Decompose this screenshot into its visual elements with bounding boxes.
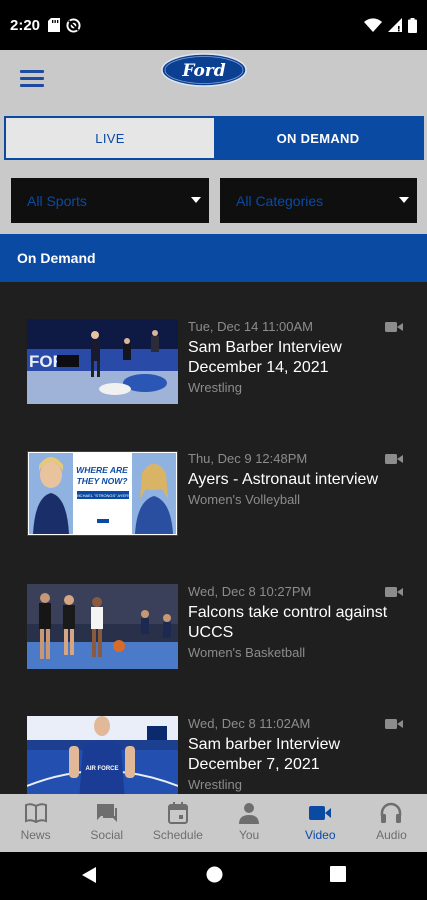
video-category: Wrestling <box>188 777 242 792</box>
nav-label: Video <box>305 828 336 842</box>
nav-label: Schedule <box>152 828 203 842</box>
calendar-icon <box>167 802 188 824</box>
tab-on-demand[interactable]: ON DEMAND <box>214 118 422 158</box>
status-bar: 2:20 <box>0 0 427 50</box>
video-item[interactable]: FORC Tue, Dec 14 11:00AM Sam Barber Inte… <box>0 319 427 439</box>
mode-toggle-bar: LIVE ON DEMAND <box>0 110 427 166</box>
video-category: Women's Basketball <box>188 645 306 660</box>
video-date: Wed, Dec 8 10:27PM <box>188 584 312 599</box>
do-not-disturb-icon <box>66 17 81 33</box>
video-camera-icon <box>385 322 403 332</box>
battery-icon <box>408 17 417 33</box>
video-thumbnail: WHERE ARE THEY NOW? MICHAEL "STRONGS" AY… <box>27 451 178 536</box>
chat-icon <box>96 804 117 822</box>
recents-icon[interactable] <box>330 866 346 882</box>
hamburger-line <box>20 77 44 80</box>
notification-icons <box>48 17 81 33</box>
nav-label: News <box>20 828 51 842</box>
nav-audio[interactable]: Audio <box>356 794 427 852</box>
mode-toggle: LIVE ON DEMAND <box>4 116 424 160</box>
cell-signal-icon <box>388 18 402 32</box>
video-title: Sam barber Interview December 7, 2021 <box>188 736 341 773</box>
video-category: Wrestling <box>188 380 242 395</box>
app-screen: 2:20 Ford LIVE ON DEMAND All Sports All … <box>0 0 427 900</box>
video-date: Thu, Dec 9 12:48PM <box>188 451 308 466</box>
nav-news[interactable]: News <box>0 794 71 852</box>
tab-live[interactable]: LIVE <box>6 118 214 158</box>
status-time: 2:20 <box>10 16 41 34</box>
nav-social[interactable]: Social <box>71 794 142 852</box>
nav-label: Social <box>90 828 124 842</box>
video-thumbnail: AIR FORCE <box>27 716 178 794</box>
categories-dropdown-value: All Categories <box>236 192 324 209</box>
video-date: Tue, Dec 14 11:00AM <box>188 319 314 334</box>
video-item[interactable]: AIR FORCE Wed, Dec 8 11:02AM Sam barber … <box>0 716 427 794</box>
video-item[interactable]: Wed, Dec 8 10:27PM Falcons take control … <box>0 584 427 704</box>
nav-you[interactable]: You <box>214 794 285 852</box>
videocam-icon <box>309 806 332 820</box>
hamburger-line <box>20 84 44 87</box>
nav-video[interactable]: Video <box>285 794 356 852</box>
nav-label: You <box>238 828 260 842</box>
person-icon <box>239 803 260 824</box>
section-title: On Demand <box>17 250 96 266</box>
video-thumbnail <box>27 584 178 669</box>
svg-text:WHERE ARE: WHERE ARE <box>76 465 128 475</box>
video-title: Sam Barber Interview December 14, 2021 <box>188 339 342 376</box>
filter-bar: All Sports All Categories <box>0 166 427 234</box>
hamburger-icon <box>20 70 44 73</box>
sd-card-icon <box>48 18 61 32</box>
system-nav-bar <box>0 852 427 900</box>
dropdown-arrow-icon <box>399 197 409 203</box>
headphones-icon <box>381 802 402 823</box>
system-status-icons <box>364 17 417 33</box>
svg-text:AIR FORCE: AIR FORCE <box>86 766 119 772</box>
video-list[interactable]: FORC Tue, Dec 14 11:00AM Sam Barber Inte… <box>0 282 427 794</box>
video-item[interactable]: WHERE ARE THEY NOW? MICHAEL "STRONGS" AY… <box>0 451 427 571</box>
video-date: Wed, Dec 8 11:02AM <box>188 716 311 731</box>
sports-dropdown[interactable]: All Sports <box>11 178 209 223</box>
video-camera-icon <box>385 454 403 464</box>
dropdown-arrow-icon <box>191 197 201 203</box>
video-title: Ayers - Astronaut interview <box>188 471 379 488</box>
ford-logo: Ford <box>161 53 247 87</box>
video-camera-icon <box>385 719 403 729</box>
section-header: On Demand <box>0 234 427 282</box>
sports-dropdown-value: All Sports <box>27 192 87 209</box>
book-icon <box>24 803 47 824</box>
svg-text:THEY NOW?: THEY NOW? <box>77 476 129 486</box>
back-icon[interactable] <box>81 866 97 884</box>
menu-button[interactable] <box>20 70 44 90</box>
app-header: Ford <box>0 50 427 110</box>
nav-schedule[interactable]: Schedule <box>142 794 213 852</box>
video-camera-icon <box>385 587 403 597</box>
svg-text:MICHAEL "STRONGS" AYERS: MICHAEL "STRONGS" AYERS <box>75 493 131 498</box>
video-title: Falcons take control against UCCS <box>188 604 388 641</box>
bottom-nav: News Social Schedule You Video Audio <box>0 794 427 852</box>
logo-text: Ford <box>181 61 225 81</box>
categories-dropdown[interactable]: All Categories <box>220 178 417 223</box>
nav-label: Audio <box>376 828 407 842</box>
video-thumbnail: FORC <box>27 319 178 404</box>
home-icon[interactable] <box>206 866 223 883</box>
wifi-icon <box>364 18 382 32</box>
video-category: Women's Volleyball <box>188 492 301 507</box>
